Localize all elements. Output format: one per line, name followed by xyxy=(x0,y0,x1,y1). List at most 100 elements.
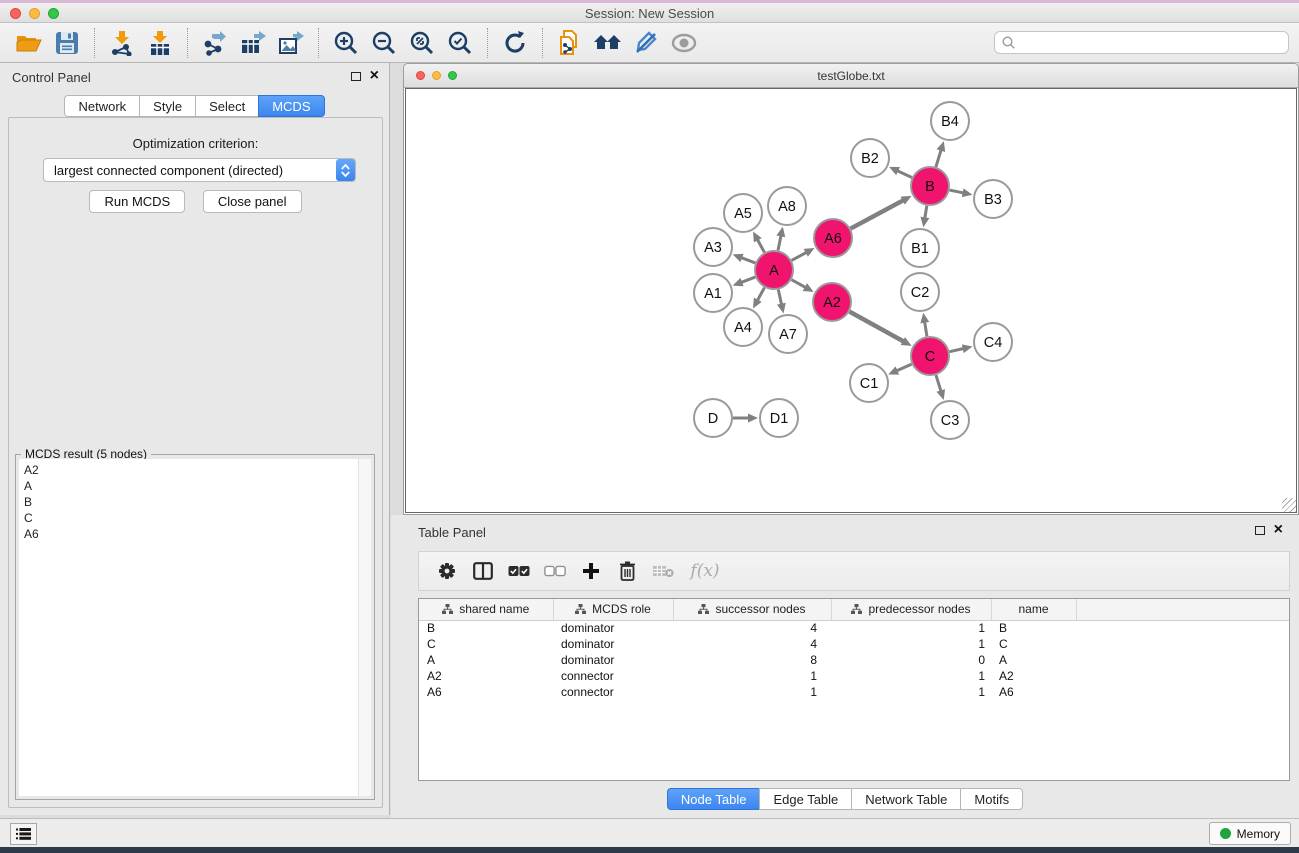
graph-edge-A6-B[interactable] xyxy=(851,200,904,228)
graph-node-B[interactable]: B xyxy=(911,167,949,205)
column-header-successor-nodes[interactable]: successor nodes xyxy=(673,599,831,620)
open-file-icon[interactable] xyxy=(13,27,45,59)
graph-node-C1[interactable]: C1 xyxy=(850,364,888,402)
table-row[interactable]: Cdominator41C xyxy=(419,636,1289,652)
table-cell[interactable]: 1 xyxy=(831,668,991,684)
graph-node-A8[interactable]: A8 xyxy=(768,187,806,225)
table-cell[interactable]: 8 xyxy=(673,652,831,668)
network-window-titlebar[interactable]: testGlobe.txt xyxy=(404,64,1298,88)
close-panel-button[interactable]: Close panel xyxy=(203,190,302,213)
table-cell[interactable]: C xyxy=(991,636,1076,652)
save-icon[interactable] xyxy=(51,27,83,59)
graph-node-A1[interactable]: A1 xyxy=(694,274,732,312)
export-network-icon[interactable] xyxy=(199,27,231,59)
table-cell[interactable]: A6 xyxy=(991,684,1076,700)
hide-annotations-icon[interactable] xyxy=(630,27,662,59)
tab-style[interactable]: Style xyxy=(139,95,196,117)
run-mcds-button[interactable]: Run MCDS xyxy=(89,190,185,213)
table-cell[interactable]: 1 xyxy=(673,668,831,684)
table-cell[interactable]: A xyxy=(991,652,1076,668)
delete-table-icon[interactable] xyxy=(649,557,677,585)
select-all-icon[interactable] xyxy=(505,557,533,585)
deselect-all-icon[interactable] xyxy=(541,557,569,585)
close-table-panel-icon[interactable]: × xyxy=(1274,525,1283,535)
mcds-result-item[interactable]: A2 xyxy=(24,462,358,478)
graph-node-B1[interactable]: B1 xyxy=(901,229,939,267)
table-row[interactable]: A2connector11A2 xyxy=(419,668,1289,684)
graph-node-D[interactable]: D xyxy=(694,399,732,437)
optimization-criterion-select[interactable]: largest connected component (directed) xyxy=(43,158,356,182)
table-cell[interactable]: 4 xyxy=(673,620,831,636)
export-image-icon[interactable] xyxy=(275,27,307,59)
mcds-result-list[interactable]: A2ABCA6 xyxy=(19,459,358,796)
graph-node-B4[interactable]: B4 xyxy=(931,102,969,140)
zoom-in-icon[interactable] xyxy=(330,27,362,59)
graph-edge-A-A7[interactable] xyxy=(778,290,781,305)
graph-edge-C-C2[interactable] xyxy=(925,322,927,337)
zoom-fit-icon[interactable] xyxy=(406,27,438,59)
table-cell[interactable]: 0 xyxy=(831,652,991,668)
mcds-result-item[interactable]: B xyxy=(24,494,358,510)
table-cell[interactable]: A2 xyxy=(419,668,553,684)
table-cell[interactable]: 1 xyxy=(831,636,991,652)
graph-edge-B-B2[interactable] xyxy=(897,171,912,178)
scrollbar[interactable] xyxy=(358,459,371,796)
graph-node-D1[interactable]: D1 xyxy=(760,399,798,437)
graph-edge-C-C1[interactable] xyxy=(896,364,911,371)
graph-node-A[interactable]: A xyxy=(755,251,793,289)
graph-node-C3[interactable]: C3 xyxy=(931,401,969,439)
search-input[interactable] xyxy=(1020,36,1288,50)
table-cell[interactable]: B xyxy=(991,620,1076,636)
zoom-selected-icon[interactable] xyxy=(444,27,476,59)
eye-icon[interactable] xyxy=(668,27,700,59)
float-table-panel-icon[interactable] xyxy=(1255,526,1265,535)
table-row[interactable]: A6connector11A6 xyxy=(419,684,1289,700)
table-cell[interactable]: 4 xyxy=(673,636,831,652)
add-column-icon[interactable] xyxy=(577,557,605,585)
table-cell[interactable]: 1 xyxy=(831,620,991,636)
table-cell[interactable]: dominator xyxy=(553,620,673,636)
home-icon[interactable] xyxy=(592,27,624,59)
resize-grip-icon[interactable] xyxy=(1282,498,1296,512)
network-graph[interactable]: B4B2BB3A5A8A6A3B1AA1C2A2A4A7C4CC1C3DD1 xyxy=(406,89,1298,514)
import-network-icon[interactable] xyxy=(106,27,138,59)
column-header-shared-name[interactable]: shared name xyxy=(419,599,553,620)
graph-edge-B-B4[interactable] xyxy=(936,150,941,167)
table-cell[interactable]: A6 xyxy=(419,684,553,700)
table-cell[interactable]: 1 xyxy=(831,684,991,700)
graph-edge-C-C3[interactable] xyxy=(936,375,941,391)
memory-button[interactable]: Memory xyxy=(1209,822,1291,845)
graph-edge-A-A8[interactable] xyxy=(778,235,781,250)
table-cell[interactable]: 1 xyxy=(673,684,831,700)
tab-motifs[interactable]: Motifs xyxy=(960,788,1023,810)
graph-node-A6[interactable]: A6 xyxy=(814,219,852,257)
mcds-result-item[interactable]: C xyxy=(24,510,358,526)
table-cell[interactable]: dominator xyxy=(553,636,673,652)
mcds-result-item[interactable]: A xyxy=(24,478,358,494)
zoom-out-icon[interactable] xyxy=(368,27,400,59)
table-cell[interactable]: C xyxy=(419,636,553,652)
graph-node-B2[interactable]: B2 xyxy=(851,139,889,177)
export-table-icon[interactable] xyxy=(237,27,269,59)
graph-node-A5[interactable]: A5 xyxy=(724,194,762,232)
float-panel-icon[interactable] xyxy=(351,72,361,81)
graph-edge-A-A2[interactable] xyxy=(792,280,806,288)
graph-edge-A-A1[interactable] xyxy=(741,277,755,282)
show-columns-icon[interactable] xyxy=(469,557,497,585)
table-options-gear-icon[interactable] xyxy=(433,557,461,585)
import-table-icon[interactable] xyxy=(144,27,176,59)
function-builder-icon[interactable]: f(x) xyxy=(685,557,725,585)
graph-edge-A-A6[interactable] xyxy=(792,252,807,260)
graph-node-C2[interactable]: C2 xyxy=(901,273,939,311)
tab-select[interactable]: Select xyxy=(195,95,259,117)
close-panel-icon[interactable]: × xyxy=(370,71,379,81)
table-row[interactable]: Bdominator41B xyxy=(419,620,1289,636)
graph-edge-C-C4[interactable] xyxy=(950,349,964,352)
column-header-predecessor-nodes[interactable]: predecessor nodes xyxy=(831,599,991,620)
graph-node-C4[interactable]: C4 xyxy=(974,323,1012,361)
mcds-result-item[interactable]: A6 xyxy=(24,526,358,542)
network-canvas[interactable]: B4B2BB3A5A8A6A3B1AA1C2A2A4A7C4CC1C3DD1 xyxy=(405,88,1297,513)
graph-node-C[interactable]: C xyxy=(911,337,949,375)
graph-edge-B-B3[interactable] xyxy=(950,190,964,193)
table-cell[interactable]: A2 xyxy=(991,668,1076,684)
